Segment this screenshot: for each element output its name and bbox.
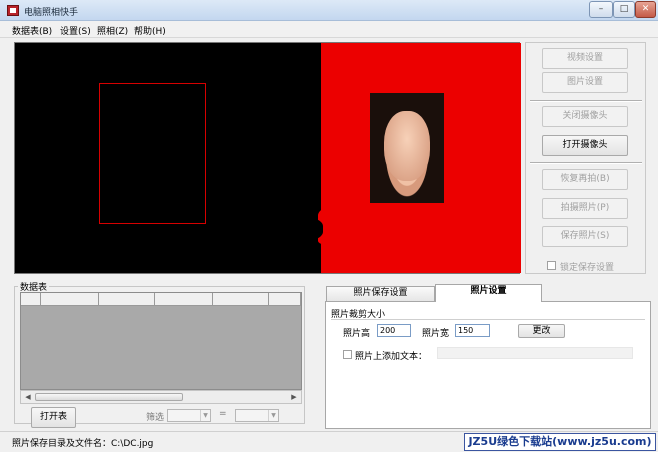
title-bar: 电脑照相快手 – □ ✕ (0, 0, 658, 21)
divider (530, 162, 642, 164)
divider (331, 319, 645, 320)
preview-artifact (253, 215, 323, 243)
save-photo-button[interactable]: 保存照片(S) (542, 226, 628, 247)
video-settings-button[interactable]: 视频设置 (542, 48, 628, 69)
filter-field-select[interactable]: ▼ (167, 409, 211, 422)
grid-horizontal-scrollbar[interactable]: ◀ ▶ (20, 390, 302, 404)
take-photo-button[interactable]: 拍摄照片(P) (542, 198, 628, 219)
crop-frame (99, 83, 206, 224)
equals-label: = (219, 409, 227, 419)
grid-header-cell[interactable] (213, 293, 269, 306)
camera-preview[interactable] (14, 42, 521, 274)
captured-photo (370, 93, 444, 228)
grid-header (21, 293, 301, 306)
photo-width-input[interactable]: 150 (455, 324, 490, 337)
add-text-input[interactable] (437, 347, 633, 359)
photo-height-input[interactable]: 200 (377, 324, 411, 337)
grid-header-cell[interactable] (155, 293, 213, 306)
minimize-button[interactable]: – (589, 1, 613, 18)
change-size-button[interactable]: 更改 (518, 324, 565, 338)
scroll-right-icon[interactable]: ▶ (288, 392, 300, 402)
save-path-status: 照片保存目录及文件名：C:\DC.jpg (12, 439, 154, 449)
open-table-button[interactable]: 打开表 (31, 407, 76, 428)
tab-save-settings[interactable]: 照片保存设置 (326, 286, 435, 301)
menu-data-table[interactable]: 数据表(B) (12, 24, 52, 37)
window-title: 电脑照相快手 (24, 8, 79, 18)
add-text-label: 照片上添加文本： (355, 352, 428, 362)
tab-photo-settings[interactable]: 照片设置 (435, 284, 542, 302)
status-bar: 照片保存目录及文件名：C:\DC.jpg JZ5U绿色下载站(www.jz5u.… (0, 431, 658, 452)
retake-button[interactable]: 恢复再拍(B) (542, 169, 628, 190)
scroll-thumb[interactable] (35, 393, 183, 401)
chevron-down-icon[interactable]: ▼ (200, 410, 210, 421)
open-camera-button[interactable]: 打开摄像头 (542, 135, 628, 156)
chevron-down-icon[interactable]: ▼ (268, 410, 278, 421)
grid-header-cell[interactable] (21, 293, 41, 306)
filter-label: 筛选 (146, 413, 165, 423)
grid-header-cell[interactable] (41, 293, 99, 306)
menu-photo[interactable]: 照相(Z) (97, 24, 128, 37)
image-settings-button[interactable]: 图片设置 (542, 72, 628, 93)
photo-height-label: 照片高 (343, 329, 371, 339)
grid-header-cell[interactable] (269, 293, 301, 306)
add-text-checkbox[interactable] (343, 350, 352, 359)
menu-help[interactable]: 帮助(H) (134, 24, 166, 37)
lock-settings-checkbox[interactable] (547, 261, 556, 270)
data-grid[interactable] (20, 292, 302, 390)
menu-bar: 数据表(B) 设置(S) 照相(Z) 帮助(H) (0, 21, 658, 38)
photo-width-label: 照片宽 (422, 329, 450, 339)
close-camera-button[interactable]: 关闭摄像头 (542, 106, 628, 127)
maximize-button[interactable]: □ (613, 1, 635, 18)
site-watermark: JZ5U绿色下载站(www.jz5u.com) (464, 433, 656, 451)
tab-panel-photo-settings (325, 301, 651, 429)
control-panel: 视频设置 图片设置 关闭摄像头 打开摄像头 恢复再拍(B) 拍摄照片(P) 保存… (525, 42, 646, 274)
close-button[interactable]: ✕ (635, 1, 656, 18)
app-icon (7, 5, 19, 16)
scroll-left-icon[interactable]: ◀ (22, 392, 34, 402)
menu-settings[interactable]: 设置(S) (60, 24, 91, 37)
divider (530, 100, 642, 102)
grid-header-cell[interactable] (99, 293, 155, 306)
filter-value-select[interactable]: ▼ (235, 409, 279, 422)
lock-settings-label: 锁定保存设置 (560, 263, 615, 273)
